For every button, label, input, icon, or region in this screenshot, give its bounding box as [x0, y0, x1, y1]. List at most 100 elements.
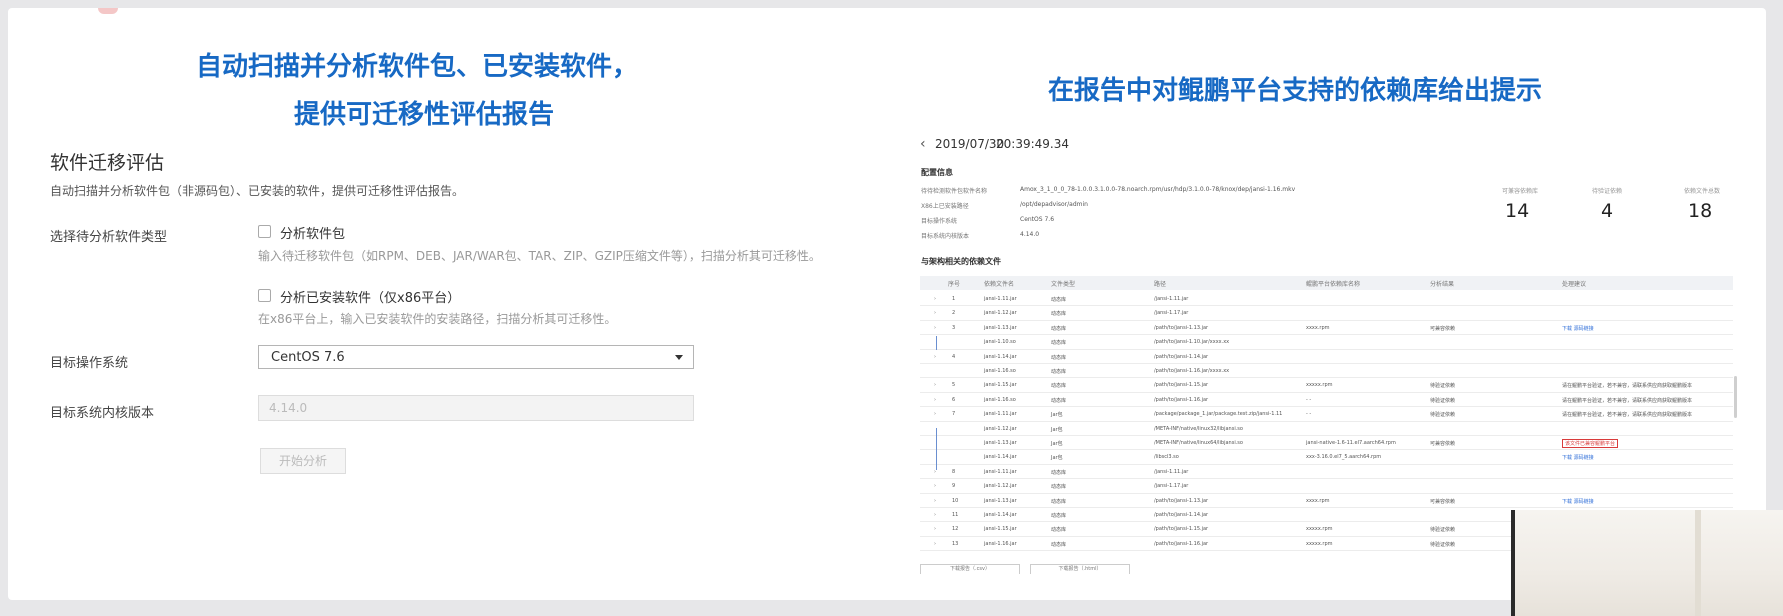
group-connector: [936, 428, 937, 470]
table-cell-path: /jansi-1.17.jar: [1154, 310, 1189, 317]
expand-row-icon[interactable]: ›: [934, 512, 936, 518]
table-cell-no: 12: [952, 526, 959, 533]
kernel-version-label: 目标系统内核版本: [50, 406, 155, 421]
table-row-divider: [920, 420, 1733, 422]
analyze-package-label: 分析软件包: [280, 227, 346, 242]
analyze-installed-checkbox[interactable]: [258, 289, 271, 302]
table-cell-name: jansi-1.11.jar: [984, 411, 1017, 418]
analyze-installed-hint: 在x86平台上，输入已安装软件的安装路径，扫描分析其可迁移性。: [258, 312, 617, 326]
table-cell-name: jansi-1.13.jar: [984, 324, 1017, 331]
config-section-title: 配置信息: [921, 168, 953, 177]
table-title: 与架构相关的依赖文件: [921, 257, 1001, 266]
table-cell-lib: xxxxx.rpm: [1306, 540, 1333, 547]
config-label: 目标操作系统: [921, 218, 958, 225]
table-cell-lib: xxxxx.rpm: [1306, 526, 1333, 533]
table-row-divider: [920, 507, 1733, 508]
table-cell-name: jansi-1.13.jar: [984, 440, 1017, 446]
table-cell-no: 6: [952, 396, 956, 403]
config-value: CentOS 7.6: [1020, 216, 1055, 223]
table-cell-result: 待验证依赖: [1430, 383, 1456, 390]
table-cell-type: 动态库: [1051, 383, 1067, 390]
table-scrollbar[interactable]: [1734, 376, 1737, 418]
expand-row-icon[interactable]: ›: [934, 296, 936, 302]
table-cell-type: 动态库: [1051, 397, 1067, 404]
table-row-divider: [920, 463, 1733, 465]
table-row-divider: [920, 348, 1733, 350]
right-headline: 在报告中对鲲鹏平台支持的依赖库给出提示: [1048, 76, 1543, 106]
table-cell-advice[interactable]: 下载 源码链接: [1562, 325, 1594, 332]
expand-row-icon[interactable]: ›: [934, 382, 936, 388]
table-cell-advice: 请在鲲鹏平台验证，若不兼容，请联系供应商获取鲲鹏版本: [1562, 397, 1693, 404]
column-header[interactable]: 分析结果: [1430, 279, 1454, 288]
column-header: 文件类型: [1051, 281, 1076, 288]
table-cell-type: 动态库: [1051, 484, 1067, 491]
kernel-version-input[interactable]: 4.14.0: [258, 395, 694, 421]
stat-label: 待验证依赖: [1592, 188, 1623, 195]
table-row-divider: [920, 363, 1733, 364]
table-row-divider: [920, 406, 1733, 408]
table-cell-type: 动态库: [1051, 541, 1067, 548]
table-row-divider: [920, 478, 1733, 480]
download-csv-button[interactable]: 下载报告（.csv）: [920, 564, 1020, 574]
table-cell-no: 7: [952, 411, 956, 418]
group-connector: [936, 336, 937, 350]
analyze-package-checkbox[interactable]: [258, 225, 271, 238]
table-cell-lib: xxxx.rpm: [1306, 497, 1330, 504]
config-value: Amox_3_1_0_0_78-1.0.0.3.1.0.0-78.noarch.…: [1020, 186, 1296, 193]
table-row-divider: [920, 435, 1733, 436]
table-row-divider: [920, 377, 1733, 379]
kernel-version-value: 4.14.0: [269, 401, 308, 415]
expand-row-icon[interactable]: ›: [934, 483, 936, 489]
table-cell-type: 动态库: [1051, 498, 1067, 505]
table-cell-no: 10: [952, 497, 959, 504]
expand-row-icon[interactable]: ›: [934, 541, 936, 547]
table-cell-type: 动态库: [1051, 527, 1067, 534]
config-value: 4.14.0: [1020, 231, 1040, 238]
report-time: 20:39:49.34: [996, 137, 1069, 151]
table-cell-advice[interactable]: 下载 源码链接: [1562, 454, 1594, 461]
table-cell-type: 动态库: [1051, 354, 1067, 361]
table-cell-advice: 请在鲲鹏平台验证，若不兼容，请联系供应商获取鲲鹏版本: [1562, 412, 1693, 419]
table-cell-path: /path/to/jansi-1.15.jar: [1154, 382, 1209, 389]
expand-row-icon[interactable]: ›: [934, 310, 936, 316]
config-label: X86上已安装路径: [921, 203, 969, 210]
table-cell-lib: xxxx.rpm: [1306, 324, 1330, 331]
expand-row-icon[interactable]: ›: [934, 498, 936, 504]
table-cell-advice[interactable]: 下载 源码链接: [1562, 498, 1594, 505]
table-cell-path: /path/to/jansi-1.14.jar: [1154, 353, 1209, 360]
stat-label: 依赖文件总数: [1684, 188, 1721, 195]
expand-row-icon[interactable]: ›: [934, 354, 936, 360]
download-html-button[interactable]: 下载报告（.html）: [1030, 564, 1130, 574]
table-cell-type: 动态库: [1051, 311, 1067, 318]
table-cell-path: /jansi-1.11.jar: [1154, 296, 1189, 302]
table-cell-name: jansi-1.15.jar: [984, 526, 1017, 533]
left-headline-line1: 自动扫描并分析软件包、已安装软件，: [196, 52, 639, 82]
table-cell-path: /path/to/jansi-1.16.jar/xxxx.xx: [1154, 368, 1230, 374]
caret-down-icon: [675, 355, 683, 360]
form-description: 自动扫描并分析软件包（非源码包）、已安装的软件，提供可迁移性评估报告。: [50, 184, 465, 198]
target-os-label: 目标操作系统: [50, 356, 129, 371]
table-cell-no: 11: [952, 512, 959, 518]
start-analysis-button[interactable]: 开始分析: [260, 448, 346, 474]
table-cell-path: /path/to/jansi-1.15.jar: [1154, 526, 1209, 533]
table-row-divider: [920, 391, 1733, 393]
column-header: 鲲鹏平台依赖库名称: [1306, 281, 1361, 288]
table-cell-path: /path/to/jansi-1.14.jar: [1154, 512, 1209, 518]
expand-row-icon[interactable]: ›: [934, 411, 936, 417]
table-cell-path: /libscl3.so: [1154, 454, 1179, 461]
table-cell-type: 动态库: [1051, 469, 1067, 476]
table-cell-name: jansi-1.16.jar: [984, 540, 1017, 547]
expand-row-icon[interactable]: ›: [934, 397, 936, 403]
software-type-label: 选择待分析软件类型: [50, 230, 168, 245]
target-os-select[interactable]: CentOS 7.6: [258, 345, 694, 369]
expand-row-icon[interactable]: ›: [934, 325, 936, 331]
column-header: 处理建议: [1562, 281, 1587, 288]
table-cell-no: 5: [952, 382, 956, 389]
table-cell-name: jansi-1.16.so: [984, 396, 1016, 403]
back-arrow-icon[interactable]: ‹: [920, 136, 926, 152]
table-cell-type: Jar包: [1051, 426, 1063, 433]
table-cell-lib: xxxxx.rpm: [1306, 382, 1333, 389]
table-cell-name: jansi-1.16.so: [984, 368, 1016, 374]
table-cell-no: 9: [952, 483, 956, 490]
expand-row-icon[interactable]: ›: [934, 526, 936, 532]
